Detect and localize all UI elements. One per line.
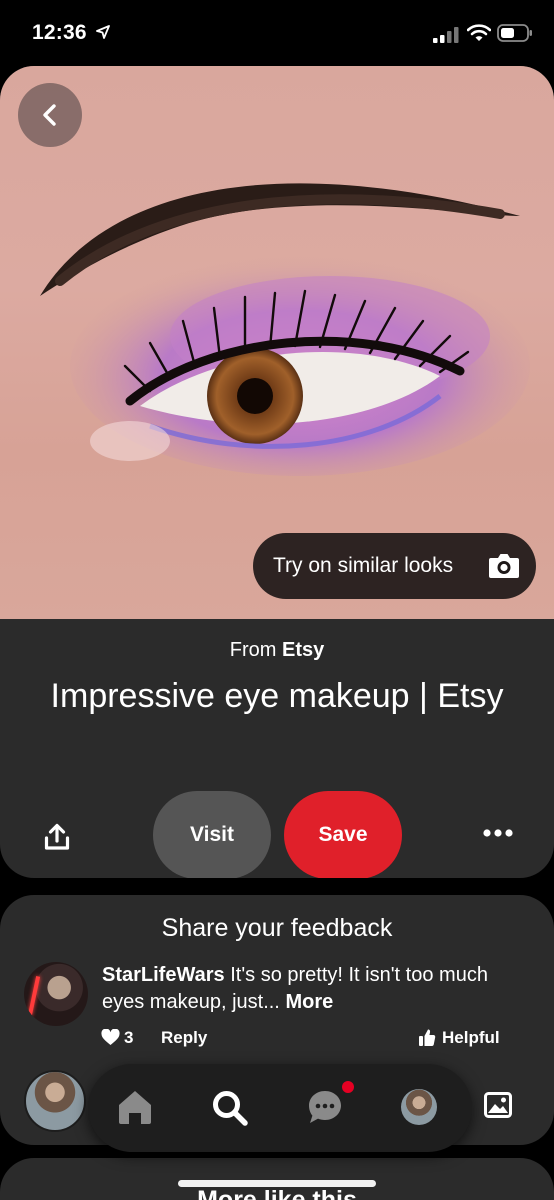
try-on-similar-looks-button[interactable]: Try on similar looks	[253, 533, 536, 599]
status-bar: 12:36	[0, 0, 554, 66]
helpful-button[interactable]: Helpful	[442, 1028, 500, 1048]
screen: 12:36 Try on similar looks From Etsy Imp…	[0, 0, 554, 1200]
pin-title: Impressive eye makeup | Etsy	[50, 677, 504, 715]
try-on-label: Try on similar looks	[273, 554, 454, 577]
chat-icon[interactable]	[307, 1089, 343, 1125]
source-name-link[interactable]: Etsy	[282, 639, 324, 661]
share-icon[interactable]	[44, 823, 70, 851]
save-button[interactable]: Save	[284, 791, 402, 878]
nav-profile-avatar[interactable]	[401, 1089, 437, 1125]
notification-dot	[342, 1081, 354, 1093]
search-icon[interactable]	[211, 1089, 249, 1127]
reply-button[interactable]: Reply	[161, 1028, 207, 1048]
pin-image[interactable]: Try on similar looks	[0, 66, 554, 619]
profile-avatar-bubble[interactable]	[24, 1070, 86, 1132]
pin-card: Try on similar looks From Etsy Impressiv…	[0, 66, 554, 878]
avatar-saber-detail	[27, 976, 41, 1016]
home-indicator[interactable]	[178, 1180, 376, 1187]
comment-avatar[interactable]	[24, 962, 88, 1026]
battery-icon	[497, 24, 532, 42]
comment-author[interactable]: StarLifeWars	[102, 964, 225, 986]
heart-icon[interactable]	[101, 1029, 120, 1046]
source-prefix: From	[229, 639, 277, 661]
comment-more-link[interactable]: More	[285, 991, 333, 1013]
thumbs-up-icon[interactable]	[418, 1028, 436, 1047]
wifi-icon	[467, 24, 491, 41]
image-gallery-icon[interactable]	[484, 1092, 512, 1118]
more-like-this-title: More like this	[197, 1186, 357, 1200]
bottom-nav-bar	[88, 1064, 472, 1152]
status-time: 12:36	[32, 21, 87, 44]
visit-button[interactable]: Visit	[153, 791, 271, 878]
home-icon[interactable]	[117, 1089, 153, 1125]
like-count: 3	[124, 1028, 134, 1047]
cellular-signal-icon	[433, 27, 459, 43]
comment-text: StarLifeWars It's so pretty! It isn't to…	[102, 962, 522, 1016]
back-button[interactable]	[18, 83, 82, 147]
feedback-title: Share your feedback	[161, 914, 393, 942]
source-line: From Etsy	[0, 639, 554, 662]
more-like-this-card: More like this	[0, 1158, 554, 1200]
location-arrow-icon	[96, 25, 110, 39]
camera-icon	[489, 554, 519, 578]
chevron-left-icon	[43, 104, 56, 126]
more-options-icon[interactable]	[482, 828, 514, 838]
